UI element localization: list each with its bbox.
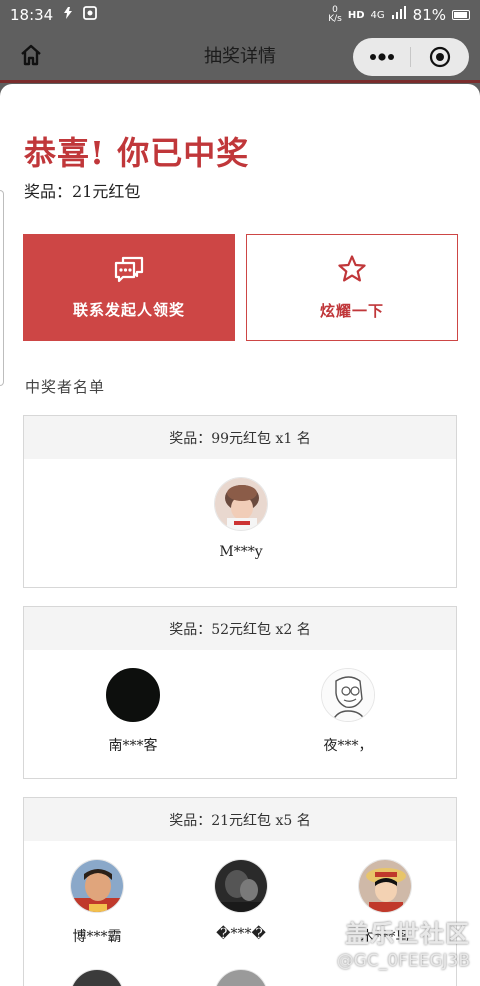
show-off-button[interactable]: 炫耀一下 (246, 234, 458, 341)
winner-name: 南***客 (108, 738, 158, 754)
prize-group-title: 奖品：99元红包 x1 名 (24, 416, 456, 459)
avatar (106, 668, 160, 722)
winner-item[interactable]: �***� (171, 859, 311, 942)
signal-icon (391, 6, 407, 24)
winner-item[interactable]: 博***霸 (27, 859, 167, 946)
contact-organizer-button[interactable]: 联系发起人领奖 (23, 234, 235, 341)
status-time: 18:34 (10, 6, 54, 24)
winner-name: 夜***， (323, 738, 373, 754)
mini-program-capsule (353, 38, 469, 76)
winner-item[interactable]: 南***客 (63, 668, 203, 755)
winner-name: M***y (219, 544, 263, 560)
prize-group-title: 奖品：52元红包 x2 名 (24, 607, 456, 650)
network-type: 4G (370, 9, 385, 21)
net-speed: 0 K/s (328, 5, 342, 24)
winners-list-heading: 中奖者名单 (25, 378, 106, 396)
prize-group-card: 奖品：99元红包 x1 名 M***y (23, 415, 457, 588)
winner-item[interactable]: 夜***， (278, 668, 418, 755)
battery-icon (452, 10, 470, 20)
content-panel: 恭喜! 你已中奖 奖品：21元红包 联系发起人领奖 炫耀一下 中奖者名单 奖品：… (0, 84, 480, 986)
avatar (214, 859, 268, 913)
avatar (321, 668, 375, 722)
watermark-user: @GC_0FEEGJ3B (336, 951, 470, 971)
watermark-brand: 盖乐世社区 (345, 920, 470, 948)
show-off-label: 炫耀一下 (319, 302, 384, 320)
winner-name: 博***霸 (72, 929, 122, 945)
more-dots-icon[interactable] (353, 38, 410, 76)
prize-text: 奖品：21元红包 (24, 182, 141, 201)
hd-indicator: HD (347, 9, 365, 21)
contact-organizer-label: 联系发起人领奖 (72, 301, 185, 319)
prize-group-card: 奖品：52元红包 x2 名 南***客 夜***， (23, 606, 457, 779)
avatar (214, 969, 268, 986)
app-notification-icon (83, 6, 98, 24)
avatar (214, 477, 268, 531)
status-bar: 18:34 0 K/s HD 4G 81% (0, 0, 480, 30)
chat-bubbles-icon (113, 255, 145, 287)
winner-item-partial[interactable] (27, 969, 167, 986)
scroll-indicator[interactable] (0, 190, 4, 386)
avatar (70, 969, 124, 986)
winner-item-partial[interactable] (171, 969, 311, 986)
header-divider (0, 80, 480, 83)
notification-icon (61, 6, 75, 24)
win-title: 恭喜! 你已中奖 (24, 134, 250, 172)
watermark: 盖乐世社区 @GC_0FEEGJ3B (337, 914, 470, 971)
prize-group-title: 奖品：21元红包 x5 名 (24, 798, 456, 841)
star-outline-icon (337, 254, 367, 288)
avatar (70, 859, 124, 913)
nav-bar: 抽奖详情 (0, 30, 480, 80)
close-target-icon[interactable] (411, 38, 468, 76)
battery-percent: 81% (412, 6, 446, 24)
winner-item[interactable]: M***y (171, 477, 311, 560)
winner-name: �***� (216, 926, 266, 942)
avatar (358, 859, 412, 913)
